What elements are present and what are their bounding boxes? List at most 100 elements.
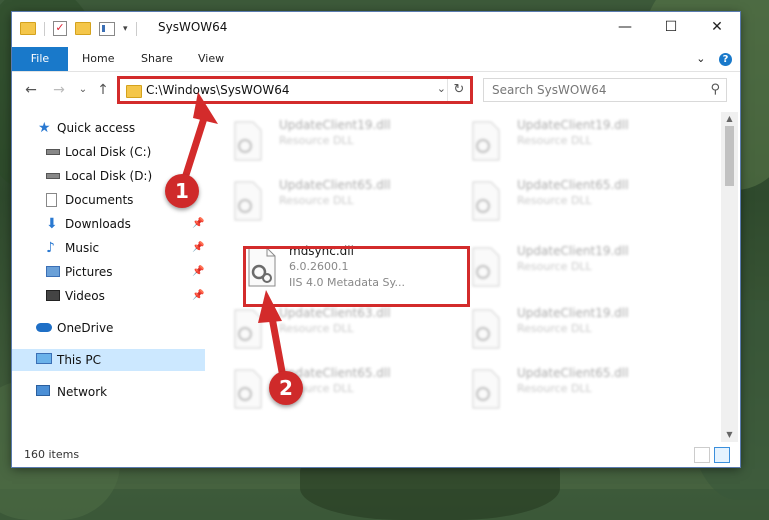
sidebar-item-label: Local Disk (D:)	[65, 169, 153, 183]
file-tile[interactable]: UpdateClient19.dll Resource DLL	[457, 114, 687, 166]
file-tile[interactable]: UpdateClient19.dll Resource DLL	[219, 114, 449, 166]
search-input[interactable]: Search SysWOW64	[492, 83, 606, 97]
sidebar-item-label: Documents	[65, 193, 134, 207]
file-name: UpdateClient19.dll	[279, 118, 391, 132]
file-type: Resource DLL	[279, 322, 354, 335]
scroll-thumb[interactable]	[725, 126, 734, 186]
title-bar: ✓ ▾ SysWOW64 — ☐ ✕	[12, 12, 740, 43]
details-view-icon[interactable]	[694, 447, 710, 463]
status-bar: 160 items	[12, 444, 740, 467]
sidebar-item-local-disk-c[interactable]: Local Disk (C:)	[12, 141, 205, 163]
star-icon: ★	[38, 120, 51, 136]
search-icon[interactable]: ⚲	[710, 82, 720, 97]
sidebar-item-label: Quick access	[57, 121, 136, 135]
ribbon-tabs: File Home Share View ⌄ ?	[12, 47, 740, 72]
sidebar-item-label: Pictures	[65, 265, 113, 279]
sidebar-item-network[interactable]: Network	[12, 381, 205, 403]
sidebar-item-this-pc[interactable]: This PC	[12, 349, 205, 371]
sidebar-item-pictures[interactable]: Pictures 📌	[12, 261, 205, 283]
file-name: UpdateClient19.dll	[517, 118, 629, 132]
pictures-icon	[46, 266, 60, 277]
sidebar-item-music[interactable]: ♪ Music 📌	[12, 237, 205, 259]
network-icon	[36, 385, 50, 396]
file-type: Resource DLL	[517, 194, 592, 207]
help-icon[interactable]: ?	[719, 52, 732, 66]
file-type: Resource DLL	[517, 260, 592, 273]
file-type: Resource DLL	[279, 194, 354, 207]
sidebar-item-label: Local Disk (C:)	[65, 145, 152, 159]
file-tile[interactable]: UpdateClient65.dll Resource DLL	[457, 174, 687, 226]
pin-icon[interactable]: 📌	[192, 261, 204, 283]
drive-icon	[46, 173, 60, 179]
dll-file-icon	[469, 246, 503, 288]
computer-icon	[36, 353, 52, 364]
file-name: UpdateClient19.dll	[517, 306, 629, 320]
new-folder-icon[interactable]	[75, 22, 91, 35]
file-tile[interactable]: UpdateClient19.dll Resource DLL	[457, 240, 687, 292]
explorer-window: ✓ ▾ SysWOW64 — ☐ ✕ File Home Share View …	[12, 12, 740, 467]
toolbar-separator	[44, 21, 45, 36]
properties-icon[interactable]	[99, 21, 115, 36]
navigation-bar: ← → ⌄ ↑ C:\Windows\SysWOW64 ⌄ ↻ Search S…	[12, 74, 740, 106]
file-name: UpdateClient65.dll	[279, 178, 391, 192]
tab-share[interactable]: Share	[141, 47, 173, 71]
download-icon: ⬇	[46, 216, 58, 232]
step-1-badge: 1	[165, 174, 199, 208]
tab-home[interactable]: Home	[82, 47, 114, 71]
properties-check-icon[interactable]: ✓	[53, 21, 67, 36]
address-highlight-box	[117, 76, 473, 104]
dll-file-icon	[469, 180, 503, 222]
file-name: UpdateClient63.dll	[279, 306, 391, 320]
folder-icon	[20, 22, 36, 35]
tab-view[interactable]: View	[198, 47, 224, 71]
step-2-badge: 2	[269, 371, 303, 405]
vertical-scrollbar[interactable]: ▲ ▼	[721, 112, 738, 442]
up-button[interactable]: ↑	[94, 81, 112, 99]
file-tile[interactable]: UpdateClient65.dll Resource DLL	[219, 362, 449, 414]
file-name: UpdateClient65.dll	[517, 178, 629, 192]
dll-file-icon	[231, 120, 265, 162]
minimize-button[interactable]: —	[602, 12, 648, 43]
customize-toolbar-icon[interactable]: ▾	[123, 24, 128, 34]
file-highlight-box	[243, 246, 470, 307]
toolbar-separator	[135, 21, 137, 36]
pin-icon[interactable]: 📌	[192, 213, 204, 235]
sidebar-item-quick-access[interactable]: ★ Quick access	[12, 117, 205, 139]
sidebar-item-label: Videos	[65, 289, 105, 303]
close-button[interactable]: ✕	[694, 12, 740, 43]
file-type: Resource DLL	[279, 134, 354, 147]
forward-button[interactable]: →	[50, 81, 68, 99]
file-tile[interactable]: UpdateClient19.dll Resource DLL	[457, 302, 687, 354]
file-type: Resource DLL	[517, 382, 592, 395]
recent-locations-button[interactable]: ⌄	[74, 81, 92, 99]
pin-icon[interactable]: 📌	[192, 285, 204, 307]
back-button[interactable]: ←	[22, 81, 40, 99]
videos-icon	[46, 290, 60, 301]
window-title: SysWOW64	[158, 20, 228, 34]
scroll-up-icon[interactable]: ▲	[721, 112, 738, 126]
file-type: Resource DLL	[517, 134, 592, 147]
documents-icon	[46, 193, 57, 207]
maximize-button[interactable]: ☐	[648, 12, 694, 43]
expand-ribbon-icon[interactable]: ⌄	[696, 52, 705, 65]
sidebar-item-label: Network	[57, 385, 108, 399]
file-tile[interactable]: UpdateClient65.dll Resource DLL	[219, 174, 449, 226]
sidebar-item-label: This PC	[57, 353, 101, 367]
sidebar-item-onedrive[interactable]: OneDrive	[12, 317, 205, 339]
tab-file[interactable]: File	[12, 47, 68, 71]
dll-file-icon	[231, 180, 265, 222]
search-box[interactable]: Search SysWOW64 ⚲	[483, 78, 727, 102]
sidebar-item-downloads[interactable]: ⬇ Downloads 📌	[12, 213, 205, 235]
pin-icon[interactable]: 📌	[192, 237, 204, 259]
file-type: Resource DLL	[517, 322, 592, 335]
file-tile[interactable]: UpdateClient65.dll Resource DLL	[457, 362, 687, 414]
navigation-pane: ★ Quick access Local Disk (C:) Local Dis…	[12, 112, 205, 432]
scroll-down-icon[interactable]: ▼	[721, 428, 738, 442]
file-tile[interactable]: UpdateClient63.dll Resource DLL	[219, 302, 449, 354]
sidebar-item-videos[interactable]: Videos 📌	[12, 285, 205, 307]
file-name: UpdateClient65.dll	[517, 366, 629, 380]
dll-file-icon	[231, 368, 265, 410]
large-icons-view-icon[interactable]	[714, 447, 730, 463]
file-name: UpdateClient19.dll	[517, 244, 629, 258]
dll-file-icon	[469, 368, 503, 410]
